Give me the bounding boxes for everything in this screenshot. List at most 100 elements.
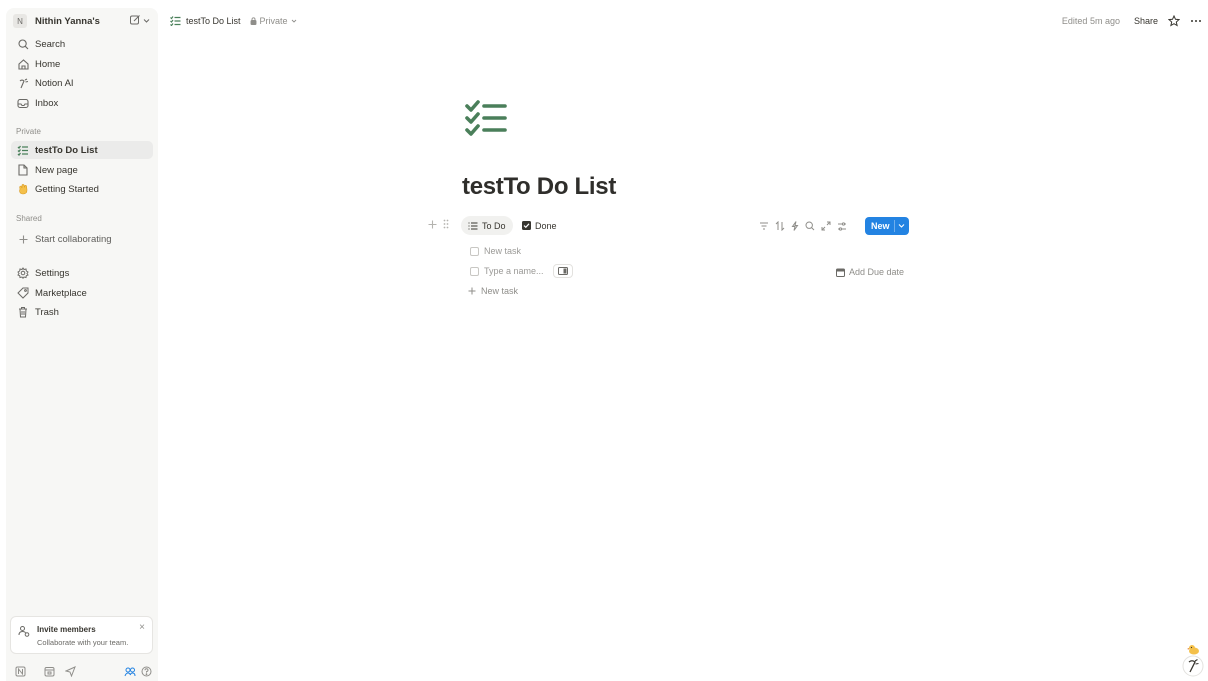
task-row[interactable]: Type a name... xyxy=(470,263,573,279)
tab-label: To Do xyxy=(482,220,506,231)
sidebar-item-label: Getting Started xyxy=(35,183,99,195)
breadcrumb-page-title[interactable]: testTo Do List xyxy=(186,16,241,26)
star-icon[interactable] xyxy=(1168,15,1180,27)
marketplace-icon xyxy=(16,286,30,300)
chevron-down-icon[interactable] xyxy=(898,222,905,229)
checklist-icon xyxy=(170,16,181,26)
block-handles[interactable] xyxy=(428,219,449,229)
plus-icon xyxy=(468,287,476,295)
task-checkbox[interactable] xyxy=(470,246,479,256)
privacy-label: Private xyxy=(259,16,288,26)
invite-members-card[interactable]: Invite members Collaborate with your tea… xyxy=(10,616,153,654)
due-date-label: Add Due date xyxy=(849,267,905,277)
new-page-button[interactable] xyxy=(129,14,150,26)
search-icon[interactable] xyxy=(805,221,815,231)
sidebar-footer xyxy=(12,666,154,680)
sidebar-item-search[interactable]: Search xyxy=(11,35,153,53)
shared-section-label: Shared xyxy=(16,214,42,223)
sidebar-item-new-page[interactable]: New page xyxy=(11,161,153,179)
drag-handle-icon[interactable] xyxy=(443,219,449,229)
checkbox-checked-icon xyxy=(522,221,531,230)
sidebar-item-inbox[interactable]: Inbox xyxy=(11,94,153,112)
lock-icon xyxy=(250,17,256,25)
tab-todo[interactable]: To Do xyxy=(461,216,513,235)
task-checkbox[interactable] xyxy=(470,266,479,276)
sidebar-item-trash[interactable]: Trash xyxy=(11,303,153,321)
task-name-input[interactable]: Type a name... xyxy=(484,266,544,276)
search-icon xyxy=(16,37,30,51)
edited-timestamp: Edited 5m ago xyxy=(1061,16,1120,26)
add-due-date-button[interactable]: Add Due date xyxy=(836,264,904,280)
trash-icon xyxy=(16,305,30,319)
workspace-avatar: N xyxy=(13,14,27,28)
list-icon xyxy=(468,222,478,230)
sidebar-item-label: Start collaborating xyxy=(35,233,112,245)
workspace-name: Nithin Yanna's xyxy=(35,15,100,27)
sidebar-item-todo-list[interactable]: testTo Do List xyxy=(11,141,153,159)
waving-hand-icon xyxy=(16,182,30,196)
automation-icon[interactable] xyxy=(791,221,799,231)
tab-label: Done xyxy=(535,220,557,231)
share-button[interactable]: Share xyxy=(1134,16,1158,26)
sidebar-item-label: Notion AI xyxy=(35,77,74,89)
notion-ai-icon xyxy=(16,76,30,90)
sort-icon[interactable] xyxy=(775,221,785,231)
task-name[interactable]: New task xyxy=(484,246,521,256)
sidebar: N Nithin Yanna's Search Home Notion AI I… xyxy=(6,8,158,681)
plus-icon[interactable] xyxy=(428,220,437,229)
sidebar-item-label: Inbox xyxy=(35,97,59,109)
invite-title: Invite members xyxy=(37,625,96,634)
sidebar-item-marketplace[interactable]: Marketplace xyxy=(11,284,153,302)
sidebar-item-label: testTo Do List xyxy=(35,144,98,156)
breadcrumb: testTo Do List Private xyxy=(170,13,297,29)
calendar-icon xyxy=(836,268,845,277)
sidebar-item-label: Trash xyxy=(35,306,59,318)
tab-done[interactable]: Done xyxy=(515,216,564,235)
page-actions: Edited 5m ago Share xyxy=(1062,13,1202,29)
sidebar-item-start-collaborating[interactable]: Start collaborating xyxy=(11,230,153,248)
checklist-icon xyxy=(16,143,30,157)
workspace-switcher[interactable]: N Nithin Yanna's xyxy=(11,12,153,30)
page-icon xyxy=(16,163,30,177)
calendar-icon[interactable] xyxy=(44,666,55,677)
new-record-button[interactable]: New xyxy=(865,217,909,235)
task-row[interactable]: New task xyxy=(470,243,521,259)
help-icon[interactable] xyxy=(141,666,152,677)
page-title[interactable]: testTo Do List xyxy=(462,173,616,201)
sidebar-item-label: Home xyxy=(35,58,61,70)
database-toolbar xyxy=(759,219,847,233)
chevron-down-icon xyxy=(291,19,296,23)
sidebar-item-label: Marketplace xyxy=(35,287,87,299)
invite-subtitle: Collaborate with your team. xyxy=(37,638,129,647)
notion-logo-icon[interactable] xyxy=(15,666,26,677)
expand-icon[interactable] xyxy=(821,221,831,231)
sidebar-item-label: New page xyxy=(35,164,78,176)
settings-sliders-icon[interactable] xyxy=(837,221,847,231)
checklist-icon[interactable] xyxy=(465,100,509,138)
add-new-task-button[interactable]: New task xyxy=(468,283,518,299)
sidebar-item-home[interactable]: Home xyxy=(11,55,153,73)
filter-icon[interactable] xyxy=(759,222,769,230)
gear-icon xyxy=(16,266,30,280)
sidebar-item-notion-ai[interactable]: Notion AI xyxy=(11,74,153,92)
notion-ai-assistant-icon[interactable] xyxy=(1180,643,1206,677)
close-icon[interactable]: × xyxy=(139,622,145,633)
privacy-dropdown[interactable]: Private xyxy=(250,16,297,26)
send-icon[interactable] xyxy=(65,666,76,677)
invite-people-icon xyxy=(18,625,30,637)
sidebar-item-settings[interactable]: Settings xyxy=(11,264,153,282)
open-as-page-button[interactable] xyxy=(552,264,573,278)
new-button-label: New xyxy=(871,221,890,231)
plus-icon xyxy=(16,232,30,246)
sidebar-item-getting-started[interactable]: Getting Started xyxy=(11,180,153,198)
more-icon[interactable] xyxy=(1190,19,1202,23)
private-section-label: Private xyxy=(16,127,41,136)
team-icon[interactable] xyxy=(124,666,136,678)
button-divider xyxy=(894,220,895,232)
side-peek-icon xyxy=(557,267,568,275)
chevron-down-icon xyxy=(143,18,150,23)
home-icon xyxy=(16,57,30,71)
add-row-label: New task xyxy=(481,286,519,296)
sidebar-item-label: Settings xyxy=(35,267,70,279)
inbox-icon xyxy=(16,96,30,110)
